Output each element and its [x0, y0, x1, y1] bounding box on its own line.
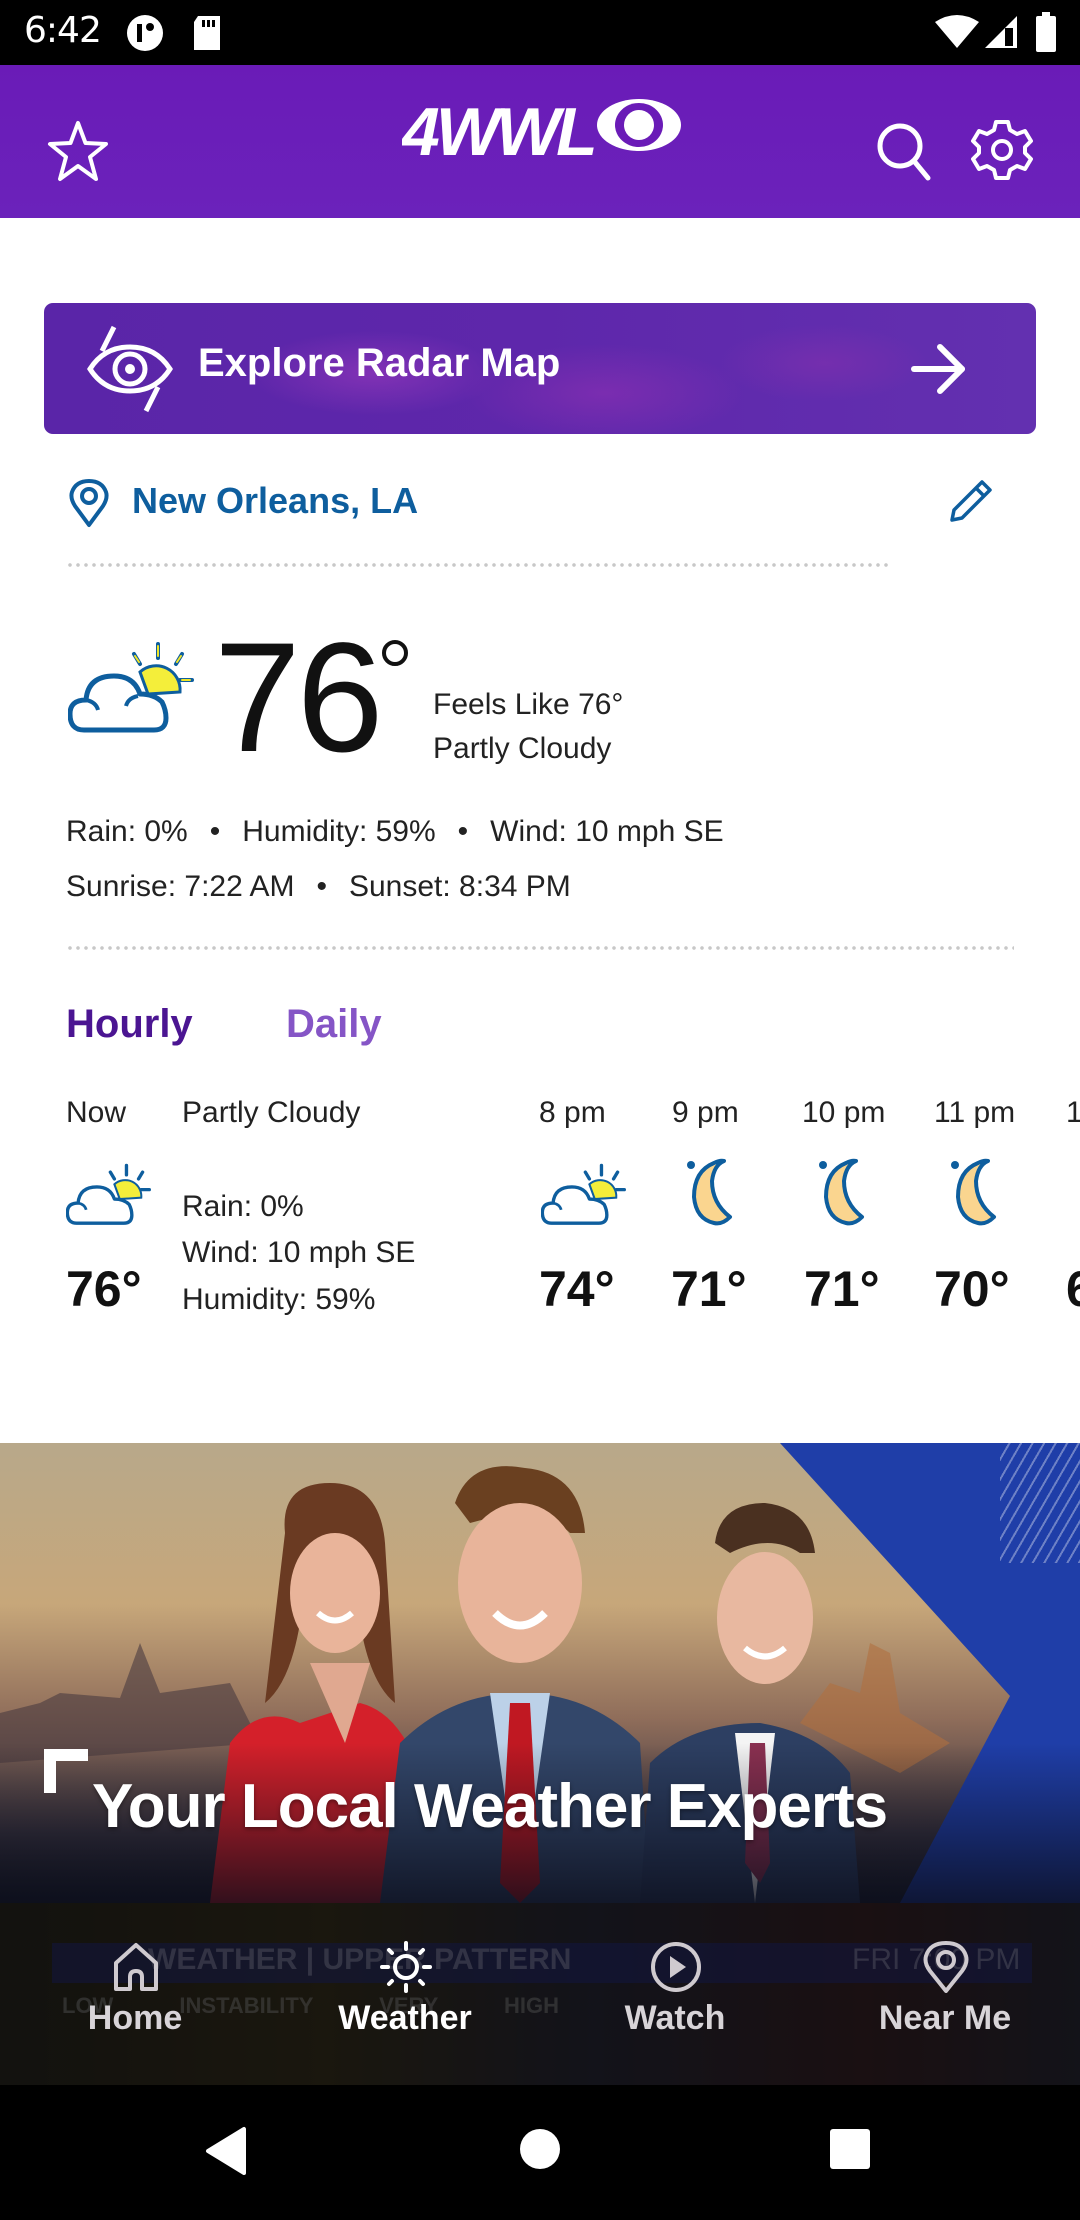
back-button[interactable]	[204, 2125, 252, 2177]
system-navigation-bar	[0, 2085, 1080, 2220]
nav-label: Near Me	[878, 1999, 1012, 2037]
current-temperature: 76	[214, 611, 384, 785]
hour-temp: 71°	[671, 1261, 747, 1317]
sunset-value: Sunset: 8:34 PM	[348, 870, 571, 903]
weather-team-promo[interactable]: Your Local Weather Experts	[0, 1443, 1080, 1903]
hour-label: 10 pm	[802, 1096, 886, 1129]
bracket-icon	[44, 1749, 88, 1793]
nav-item-watch[interactable]: Watch	[540, 1903, 810, 2085]
pencil-icon[interactable]	[948, 478, 994, 524]
feels-like: Feels Like 76°	[433, 688, 624, 721]
signal-icon	[985, 16, 1017, 48]
notification-icon	[127, 15, 163, 51]
status-bar: 6:42	[0, 0, 1080, 65]
station-logo: 4WWL	[402, 95, 681, 170]
tab-hourly[interactable]: Hourly	[66, 1002, 193, 1047]
play-circle-icon	[651, 1942, 701, 1992]
partly-cloudy-icon	[66, 1163, 151, 1225]
rain-value: Rain: 0%	[66, 815, 188, 848]
arrow-right-icon	[911, 344, 965, 394]
moon-icon	[687, 1158, 732, 1226]
sd-card-icon	[194, 16, 220, 50]
hour-label: 9 pm	[672, 1096, 739, 1129]
now-condition: Partly Cloudy	[182, 1096, 361, 1129]
home-button[interactable]	[518, 2127, 562, 2171]
nav-label: Weather	[338, 1999, 472, 2037]
search-icon[interactable]	[864, 110, 944, 190]
star-icon[interactable]	[40, 113, 116, 189]
location-pin-icon	[69, 479, 109, 527]
logo-text: 4WWL	[402, 95, 594, 170]
weather-details-row2: Sunrise: 7:22 AM • Sunset: 8:34 PM	[66, 870, 571, 904]
now-temp: 76°	[66, 1261, 142, 1317]
bottom-navigation: WEATHER | UPPER PATTERN FRI 7:00 PM LOW …	[0, 1903, 1080, 2085]
nav-item-weather[interactable]: Weather	[270, 1903, 540, 2085]
nav-label: Watch	[624, 1999, 726, 2037]
moon-icon	[819, 1158, 864, 1226]
hour-label-now: Now	[66, 1096, 127, 1129]
hour-temp: 74°	[539, 1261, 615, 1317]
separator: •	[209, 815, 221, 848]
degree-symbol	[382, 640, 408, 666]
current-condition: Partly Cloudy	[433, 732, 612, 765]
radar-icon	[87, 325, 173, 413]
radar-label: Explore Radar Map	[198, 341, 561, 385]
partly-cloudy-icon	[68, 642, 194, 733]
separator: •	[316, 870, 327, 903]
hour-temp: 71°	[804, 1261, 880, 1317]
hour-temp: 6	[1066, 1261, 1080, 1317]
hour-temp: 70°	[934, 1261, 1010, 1317]
sunrise-value: Sunrise: 7:22 AM	[66, 870, 295, 903]
nav-label: Home	[87, 1999, 183, 2037]
location-name[interactable]: New Orleans, LA	[132, 480, 418, 522]
location-pin-icon	[923, 1941, 969, 1993]
app-header: 4WWL	[0, 65, 1080, 218]
separator: •	[457, 815, 469, 848]
nav-item-home[interactable]: Home	[0, 1903, 270, 2085]
humidity-value: Humidity: 59%	[242, 815, 436, 848]
sun-icon	[380, 1941, 432, 1993]
settings-icon[interactable]	[962, 110, 1042, 190]
weather-details-row1: Rain: 0% • Humidity: 59% • Wind: 10 mph SE	[66, 815, 724, 849]
now-wind: Wind: 10 mph SE	[182, 1236, 416, 1269]
hour-label: 11 pm	[934, 1096, 1016, 1129]
wind-value: Wind: 10 mph SE	[490, 815, 724, 848]
promo-title: Your Local Weather Experts	[92, 1772, 888, 1841]
recents-button[interactable]	[828, 2127, 872, 2171]
now-humidity: Humidity: 59%	[182, 1283, 376, 1316]
explore-radar-button[interactable]: Explore Radar Map	[44, 303, 1036, 434]
home-icon	[114, 1943, 158, 1991]
cbs-eye-icon	[597, 99, 681, 151]
now-rain: Rain: 0%	[182, 1190, 304, 1223]
status-time: 6:42	[24, 10, 102, 51]
divider	[66, 946, 1014, 950]
tab-daily[interactable]: Daily	[286, 1002, 382, 1047]
partly-cloudy-icon	[541, 1163, 626, 1225]
wifi-icon	[935, 15, 979, 48]
moon-icon	[951, 1158, 996, 1226]
divider	[66, 563, 892, 567]
hour-label: 1	[1066, 1096, 1080, 1129]
hour-label: 8 pm	[539, 1096, 606, 1129]
nav-item-near-me[interactable]: Near Me	[810, 1903, 1080, 2085]
battery-icon	[1036, 12, 1056, 52]
